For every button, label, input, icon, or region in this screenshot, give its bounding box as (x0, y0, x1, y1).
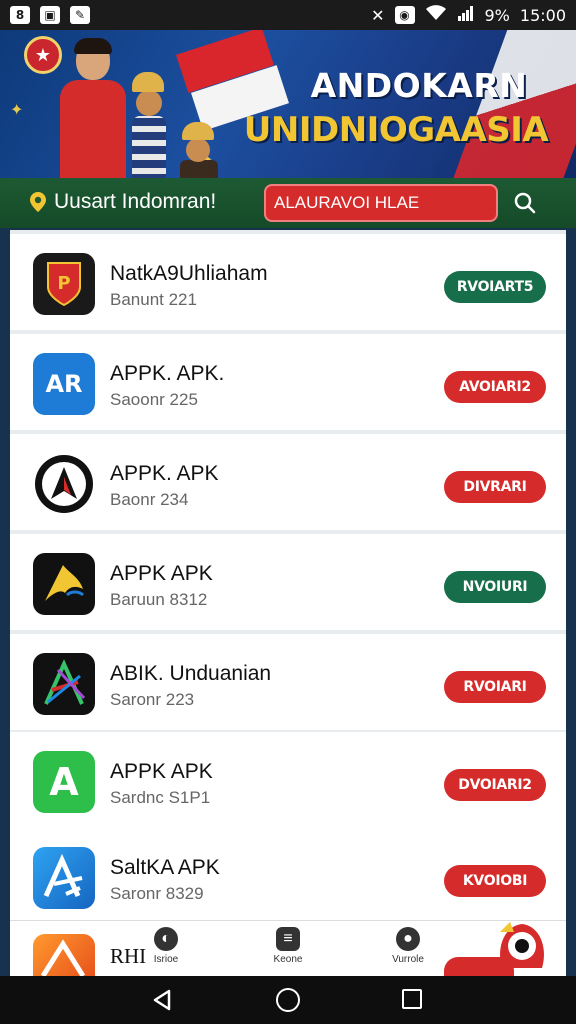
tab-list[interactable]: ≡ Keone (248, 927, 328, 973)
svg-text:P: P (57, 273, 70, 294)
app-name: APPK APK (110, 760, 213, 783)
app-name: ABIK. Unduanian (110, 662, 272, 685)
app-icon: P (33, 253, 95, 315)
profile-icon: ● (396, 927, 420, 951)
list-item[interactable]: APPK. APK Baonr 234 DIVRARI (10, 434, 566, 530)
app-name: NatkA9Uhliaham (110, 262, 268, 285)
tab-label: Keone (273, 954, 303, 965)
emblem-icon: ★ (24, 36, 62, 74)
search-icon[interactable] (508, 186, 542, 220)
home-circle-icon[interactable] (276, 988, 300, 1012)
mute-icon: ✕ (371, 5, 385, 25)
search-input[interactable]: ALAURAVOI HLAE (264, 184, 498, 222)
app-name: APPK. APK. (110, 362, 225, 385)
app-icon (33, 847, 95, 909)
search-bar: Uusart Indomran! ALAURAVOI HLAE (0, 178, 576, 228)
app-name: APPK APK (110, 562, 213, 585)
app-icon (33, 934, 95, 976)
download-button[interactable]: DVOIARI2 (444, 769, 546, 801)
banner-person-image (58, 38, 128, 178)
app-icon (33, 653, 95, 715)
mascot-icon (494, 918, 550, 976)
app-list: P NatkA9Uhliaham Banunt 221 RVOIART5 AR … (10, 230, 566, 920)
home-icon: ◐ (154, 927, 178, 951)
list-item[interactable]: SaltKA APK Saronr 8329 KVOIOBI (10, 828, 566, 920)
wifi-icon (425, 5, 447, 25)
download-button[interactable]: AVOIARI2 (444, 371, 546, 403)
banner-puppet-image (128, 72, 168, 178)
status-bar: 8 ▣ ✎ ✕ ◉ 9% 15:00 (0, 0, 576, 30)
status-left-icons: 8 ▣ ✎ (10, 6, 90, 24)
app-subtitle: Sardnc S1P1 (110, 788, 211, 807)
download-button[interactable]: DIVRARI (444, 471, 546, 503)
tab-label: Vurrole (392, 954, 424, 965)
app-icon (33, 453, 95, 515)
app-subtitle: Saoonr 225 (110, 390, 198, 409)
app-name: APPK. APK (110, 462, 219, 485)
app-subtitle: Baruun 8312 (110, 590, 208, 609)
download-button[interactable]: KVOIOBI (444, 865, 546, 897)
status-time: 15:00 (519, 5, 566, 25)
promo-banner[interactable]: ★ ✦ ✦ ANDOKARN UNIDNIOGAASIA (0, 30, 576, 178)
image-icon: ▣ (40, 6, 60, 24)
notification-icon: 8 (10, 6, 30, 24)
app-icon: A (33, 751, 95, 813)
app-glyph: AR (45, 370, 83, 398)
recents-icon[interactable] (402, 989, 422, 1009)
greeting-text: Uusart Indomran! (54, 190, 217, 213)
signal-icon (457, 5, 475, 25)
app-subtitle: Banunt 221 (110, 290, 197, 309)
alarm-icon: ◉ (394, 6, 415, 24)
app-name: SaltKA APK (110, 856, 220, 879)
app-subtitle: Saronr 223 (110, 690, 195, 709)
app-subtitle: Saronr 8329 (110, 884, 204, 903)
app-subtitle: Baonr 234 (110, 490, 189, 509)
list-icon: ≡ (276, 927, 300, 951)
banner-puppet-image (176, 122, 220, 178)
status-right-icons: ✕ ◉ 9% 15:00 (371, 5, 566, 25)
star-icon: ✦ (10, 102, 24, 119)
app-glyph: A (49, 760, 79, 804)
location-pin-icon (30, 192, 46, 218)
tab-label: Isrioe (153, 954, 179, 965)
app-icon (33, 553, 95, 615)
back-icon[interactable] (150, 988, 174, 1017)
list-item[interactable]: ABIK. Unduanian Saronr 223 RVOIARI (10, 634, 566, 730)
edit-icon: ✎ (70, 6, 90, 24)
list-item[interactable]: A APPK APK Sardnc S1P1 DVOIARI2 (10, 732, 566, 828)
battery-percent: 9% (484, 5, 510, 25)
list-item[interactable]: P NatkA9Uhliaham Banunt 221 RVOIART5 (10, 234, 566, 330)
download-button[interactable]: RVOIART5 (444, 271, 546, 303)
download-button[interactable]: RVOIARI (444, 671, 546, 703)
download-button[interactable]: NVOIURI (444, 571, 546, 603)
system-nav-bar (0, 976, 576, 1024)
app-icon: AR (33, 353, 95, 415)
list-item[interactable]: APPK APK Baruun 8312 NVOIURI (10, 534, 566, 630)
app-name: RHI (110, 944, 147, 968)
banner-title: ANDOKARN (310, 66, 528, 105)
tab-profile[interactable]: ● Vurrole (368, 927, 448, 973)
banner-subtitle: UNIDNIOGAASIA (243, 110, 549, 150)
list-item[interactable]: AR APPK. APK. Saoonr 225 AVOIARI2 (10, 334, 566, 430)
